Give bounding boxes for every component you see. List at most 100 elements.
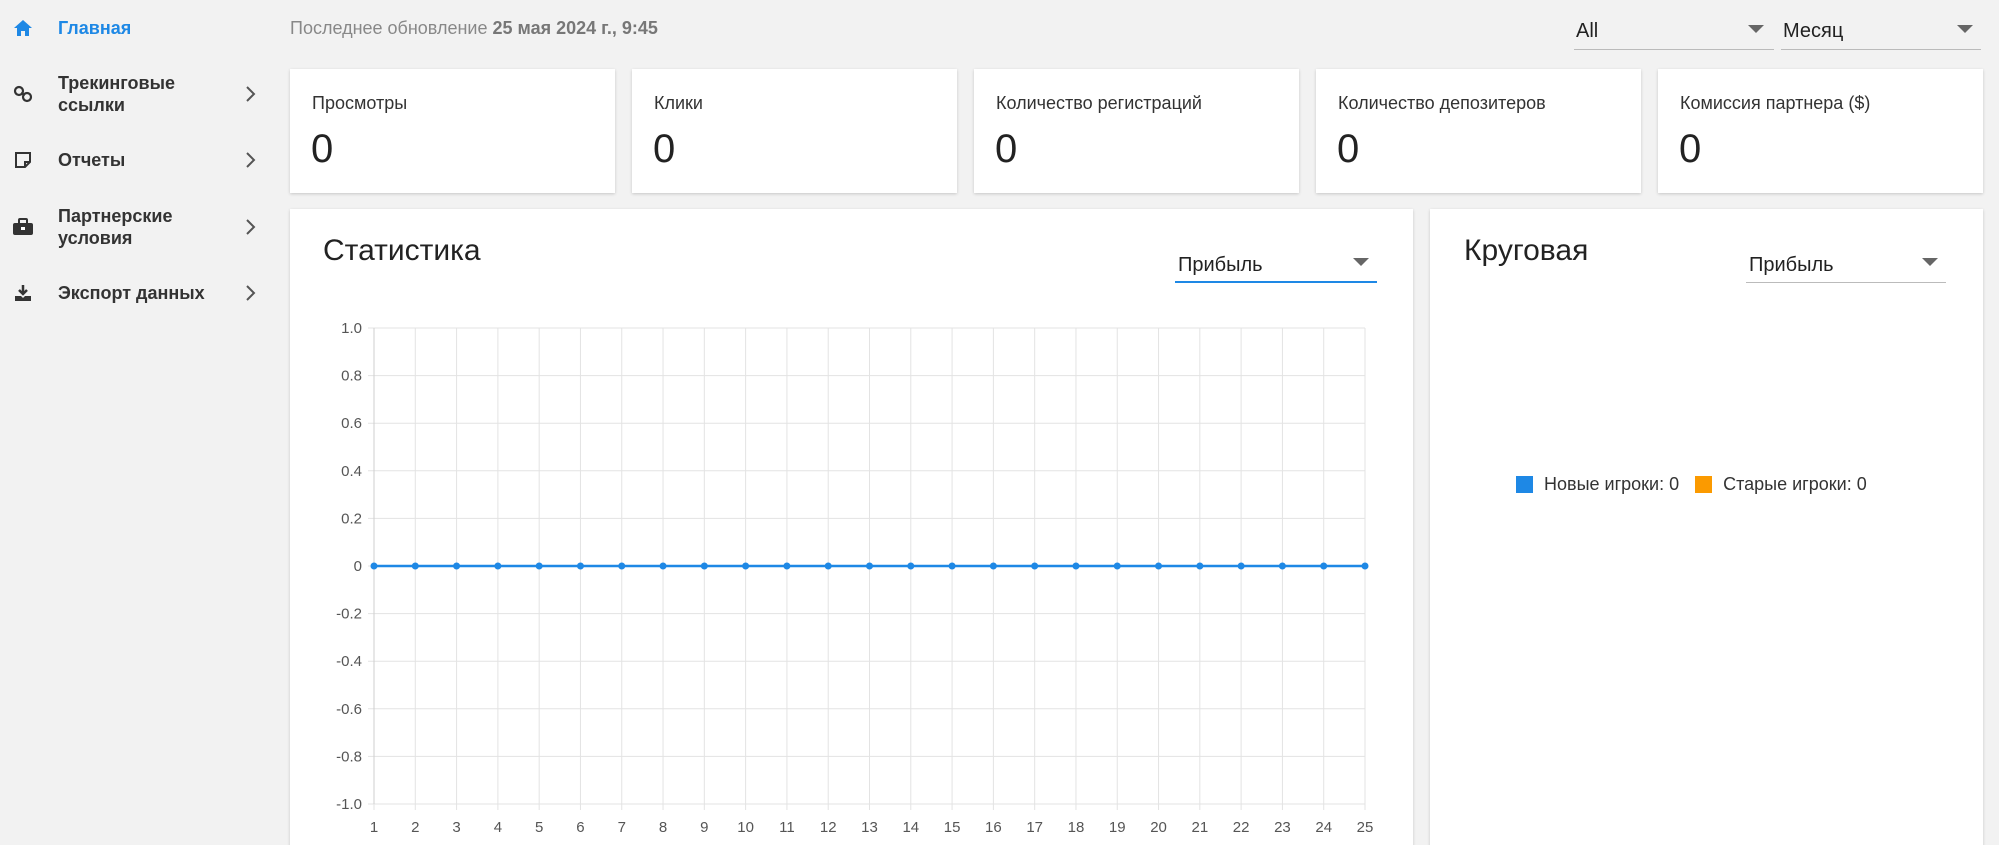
stat-card-label: Комиссия партнера ($) — [1680, 93, 1871, 113]
data-point — [1031, 562, 1039, 570]
stat-card-value: 0 — [995, 127, 1018, 171]
data-point — [1196, 562, 1204, 570]
stat-card-clicks: Клики 0 — [632, 69, 957, 193]
filter-select-value: All — [1576, 20, 1599, 42]
x-tick-label: 2 — [411, 819, 419, 836]
stat-card-label: Клики — [654, 93, 703, 113]
x-tick-label: 9 — [700, 819, 708, 836]
x-tick-label: 18 — [1068, 819, 1085, 836]
sidebar-item-home[interactable]: Главная — [0, 16, 275, 40]
y-tick-label: -0.2 — [336, 606, 362, 623]
x-tick-label: 6 — [576, 819, 584, 836]
caret-down-icon — [1922, 258, 1938, 266]
data-point — [824, 562, 832, 570]
stat-card-label: Количество регистраций — [996, 93, 1202, 113]
chevron-right-icon — [240, 84, 260, 104]
y-tick-label: 0.4 — [341, 463, 362, 480]
sidebar-item-reports[interactable]: Отчеты — [0, 148, 275, 172]
data-point — [700, 562, 708, 570]
last-update: Последнее обновление 25 мая 2024 г., 9:4… — [290, 18, 658, 39]
y-tick-label: -0.8 — [336, 748, 362, 765]
x-tick-label: 11 — [779, 819, 795, 836]
last-update-label: Последнее обновление — [290, 18, 488, 38]
stat-card-value: 0 — [1337, 127, 1360, 171]
data-point — [1320, 562, 1328, 570]
y-tick-label: 0.8 — [341, 368, 362, 385]
x-tick-label: 25 — [1357, 819, 1374, 836]
data-point — [370, 562, 378, 570]
sidebar-item-export[interactable]: Экспорт данных — [0, 281, 275, 305]
sidebar: Главная Трекинговые ссылки Отчеты Партне… — [0, 0, 275, 845]
y-tick-label: 0.6 — [341, 415, 362, 432]
data-point — [1072, 562, 1080, 570]
data-point — [907, 562, 915, 570]
data-point — [1237, 562, 1245, 570]
y-tick-label: 0 — [354, 558, 362, 575]
pie-panel: Круговая Прибыль — [1430, 209, 1983, 845]
data-point — [411, 562, 419, 570]
caret-down-icon — [1748, 25, 1764, 33]
stats-panel: Статистика Прибыль 1.0 0.8 0.6 0.4 0.2 0 -0.2-… — [290, 209, 1413, 845]
data-point — [453, 562, 461, 570]
data-point — [866, 562, 873, 570]
sidebar-item-tracking-links[interactable]: Трекинговые ссылки — [0, 72, 275, 116]
stat-card-value: 0 — [653, 127, 676, 171]
x-tick-label: 1 — [370, 819, 378, 836]
x-tick-label: 19 — [1109, 819, 1126, 836]
stat-card-label: Количество депозитеров — [1338, 93, 1546, 113]
data-point — [1278, 562, 1286, 570]
sidebar-item-partner-terms[interactable]: Партнерские условия — [0, 205, 275, 249]
data-point — [494, 562, 502, 570]
x-tick-label: 17 — [1026, 819, 1043, 836]
filter-select[interactable]: All — [1574, 10, 1774, 50]
home-icon — [12, 17, 34, 39]
period-select[interactable]: Месяц — [1781, 10, 1981, 50]
note-icon — [12, 149, 34, 171]
last-update-value: 25 мая 2024 г., 9:45 — [492, 18, 658, 38]
x-tick-label: 12 — [820, 819, 837, 836]
data-point — [948, 562, 956, 570]
x-tick-label: 8 — [659, 819, 667, 836]
x-tick-label: 16 — [985, 819, 1002, 836]
x-tick-label: 7 — [618, 819, 626, 836]
chevron-right-icon — [240, 150, 260, 170]
line-chart: 1.00.80.60.40.20-0.2-0.4-0.6-0.8-1.01 2 3 4… — [336, 320, 1374, 836]
legend-swatch — [1516, 476, 1533, 493]
x-tick-label: 22 — [1233, 819, 1250, 836]
sidebar-item-label: Главная — [58, 18, 132, 38]
data-point — [783, 562, 791, 570]
briefcase-icon — [12, 216, 34, 238]
y-tick-label: 0.2 — [341, 510, 362, 527]
legend-label: Новые игроки: 0 — [1544, 474, 1680, 494]
link-icon — [12, 83, 34, 105]
sidebar-item-label: Отчеты — [58, 150, 126, 170]
legend-item-old-players[interactable]: Старые игроки: 0 — [1695, 474, 1867, 495]
chevron-right-icon — [240, 283, 260, 303]
stat-card-value: 0 — [311, 127, 334, 171]
download-icon — [12, 282, 34, 304]
data-point — [535, 562, 543, 570]
x-tick-label: 5 — [535, 819, 543, 836]
legend-item-new-players[interactable]: Новые игроки: 0 — [1516, 474, 1679, 495]
pie-metric-value: Прибыль — [1749, 254, 1834, 276]
x-tick-label: 14 — [902, 819, 919, 836]
x-tick-label: 21 — [1191, 819, 1208, 836]
sidebar-item-label: Экспорт данных — [58, 283, 205, 303]
data-point — [989, 562, 997, 570]
data-point — [618, 562, 626, 570]
caret-down-icon — [1957, 25, 1973, 33]
legend-label: Старые игроки: 0 — [1723, 474, 1867, 494]
x-tick-label: 20 — [1150, 819, 1167, 836]
data-point — [1155, 562, 1163, 570]
pie-metric-select[interactable]: Прибыль — [1746, 241, 1946, 283]
data-point — [1361, 562, 1369, 570]
x-tick-label: 13 — [861, 819, 878, 836]
y-tick-label: 1.0 — [341, 320, 362, 337]
x-tick-label: 4 — [494, 819, 502, 836]
y-tick-label: -0.4 — [336, 653, 362, 670]
legend-swatch — [1695, 476, 1713, 493]
select-underline — [1746, 282, 1946, 283]
stat-card-commission: Комиссия партнера ($) 0 — [1658, 69, 1983, 193]
x-tick-label: 15 — [944, 819, 961, 836]
stat-card-label: Просмотры — [312, 93, 408, 113]
